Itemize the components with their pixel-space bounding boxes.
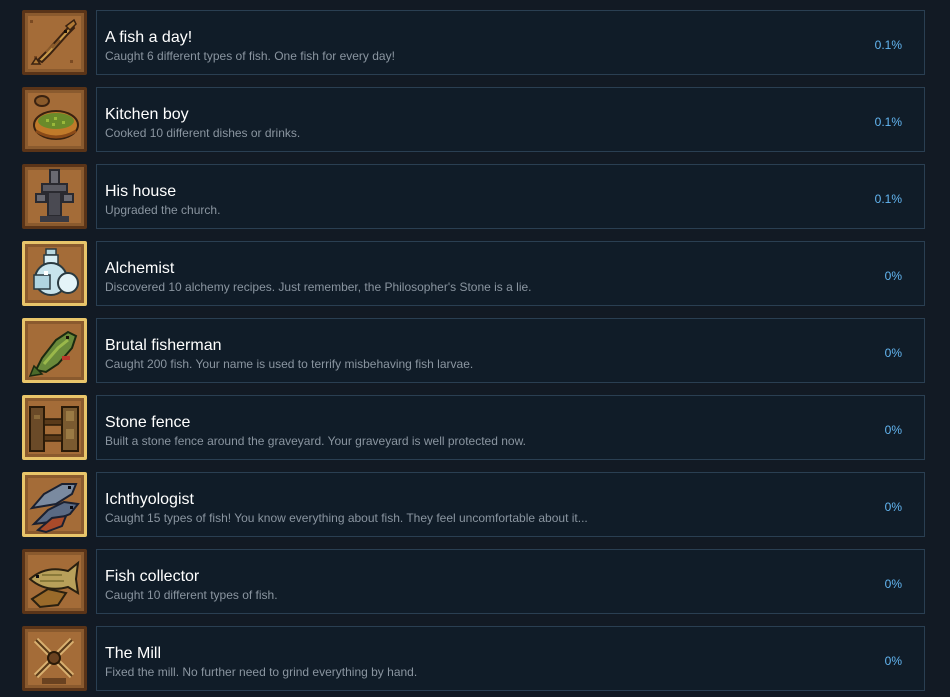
unlock-percentage: 0% — [884, 654, 902, 668]
big-fish-icon — [22, 318, 87, 383]
achievement-description: Caught 10 different types of fish. — [105, 588, 278, 602]
achievement-title: The Mill — [105, 645, 162, 662]
achievement-description: Cooked 10 different dishes or drinks. — [105, 126, 301, 140]
achievement-title: Stone fence — [105, 414, 191, 431]
unlock-percentage: 0% — [884, 577, 902, 591]
fish-pile-icon — [22, 472, 87, 537]
achievement-row[interactable]: Brutal fisherman Caught 200 fish. Your n… — [22, 318, 925, 383]
church-icon — [22, 164, 87, 229]
achievement-description: Caught 6 different types of fish. One fi… — [105, 49, 395, 63]
unlock-percentage: 0% — [884, 346, 902, 360]
unlock-percentage: 0% — [884, 269, 902, 283]
achievement-card[interactable]: Alchemist Discovered 10 alchemy recipes.… — [96, 241, 925, 306]
mill-icon — [22, 626, 87, 691]
stone-fence-icon — [22, 395, 87, 460]
achievement-description: Upgraded the church. — [105, 203, 221, 217]
achievement-description: Caught 15 types of fish! You know everyt… — [105, 511, 588, 525]
achievement-description: Caught 200 fish. Your name is used to te… — [105, 357, 474, 371]
achievement-card[interactable]: Stone fence Built a stone fence around t… — [96, 395, 925, 460]
unlock-percentage: 0.1% — [874, 115, 902, 129]
achievement-row[interactable]: Kitchen boy Cooked 10 different dishes o… — [22, 87, 925, 152]
achievement-list: A fish a day! Caught 6 different types o… — [0, 0, 950, 697]
achievement-card[interactable]: Ichthyologist Caught 15 types of fish! Y… — [96, 472, 925, 537]
achievement-description: Fixed the mill. No further need to grind… — [105, 665, 418, 679]
achievement-description: Built a stone fence around the graveyard… — [105, 434, 526, 448]
unlock-percentage: 0.1% — [874, 192, 902, 206]
achievement-title: His house — [105, 183, 177, 200]
achievement-row[interactable]: His house Upgraded the church. 0.1% — [22, 164, 925, 229]
achievement-card[interactable]: The Mill Fixed the mill. No further need… — [96, 626, 925, 691]
potion-bottle-icon — [22, 241, 87, 306]
soup-bowl-icon — [22, 87, 87, 152]
achievement-title: Kitchen boy — [105, 106, 189, 123]
achievement-title: A fish a day! — [105, 29, 193, 46]
achievement-card[interactable]: Fish collector Caught 10 different types… — [96, 549, 925, 614]
achievement-title: Brutal fisherman — [105, 337, 222, 354]
achievement-card[interactable]: Kitchen boy Cooked 10 different dishes o… — [96, 87, 925, 152]
achievement-row[interactable]: Stone fence Built a stone fence around t… — [22, 395, 925, 460]
achievement-row[interactable]: The Mill Fixed the mill. No further need… — [22, 626, 925, 691]
achievement-row[interactable]: A fish a day! Caught 6 different types o… — [22, 10, 925, 75]
achievement-title: Alchemist — [105, 260, 175, 277]
achievement-row[interactable]: Fish collector Caught 10 different types… — [22, 549, 925, 614]
unlock-percentage: 0.1% — [874, 38, 902, 52]
fish-icon — [22, 10, 87, 75]
achievement-row[interactable]: Alchemist Discovered 10 alchemy recipes.… — [22, 241, 925, 306]
fish-collection-icon — [22, 549, 87, 614]
achievement-title: Ichthyologist — [105, 491, 194, 508]
achievement-card[interactable]: Brutal fisherman Caught 200 fish. Your n… — [96, 318, 925, 383]
achievement-card[interactable]: His house Upgraded the church. 0.1% — [96, 164, 925, 229]
unlock-percentage: 0% — [884, 500, 902, 514]
achievement-title: Fish collector — [105, 568, 200, 585]
unlock-percentage: 0% — [884, 423, 902, 437]
achievement-card[interactable]: A fish a day! Caught 6 different types o… — [96, 10, 925, 75]
achievement-row[interactable]: Ichthyologist Caught 15 types of fish! Y… — [22, 472, 925, 537]
achievement-description: Discovered 10 alchemy recipes. Just reme… — [105, 280, 532, 294]
